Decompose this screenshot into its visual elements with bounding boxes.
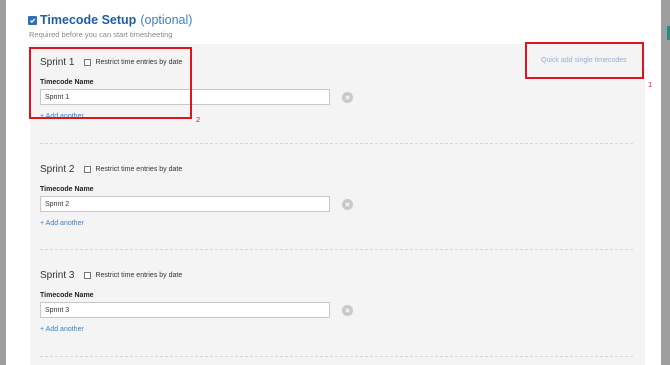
add-another-link[interactable]: + Add another [40, 220, 633, 227]
section-title: Sprint 3 [40, 269, 75, 281]
restrict-label[interactable]: Restrict time entries by date [95, 166, 182, 173]
close-icon [345, 308, 350, 313]
check-icon [29, 18, 36, 23]
left-backdrop [0, 0, 6, 365]
timecode-name-input[interactable] [40, 302, 330, 318]
clear-timecode-button[interactable] [342, 199, 353, 210]
section-divider [40, 249, 633, 250]
right-backdrop [661, 0, 670, 365]
timecode-setup-title: Timecode Setup [40, 13, 137, 27]
annotation-number-1: 1 [648, 80, 653, 89]
annotation-number-2: 2 [196, 115, 201, 124]
close-icon [345, 202, 350, 207]
add-another-link[interactable]: + Add another [40, 326, 633, 333]
optional-label: (optional) [140, 13, 193, 27]
highlight-box-1 [525, 42, 644, 79]
restrict-checkbox[interactable] [84, 165, 92, 173]
timecode-setup-subtitle: Required before you can start timesheeti… [29, 30, 173, 39]
clear-timecode-button[interactable] [342, 92, 353, 103]
section-divider [40, 143, 633, 144]
restrict-checkbox[interactable] [84, 271, 92, 279]
close-icon [345, 95, 350, 100]
clear-timecode-button[interactable] [342, 305, 353, 316]
highlight-box-2 [29, 47, 192, 119]
timecode-name-input[interactable] [40, 196, 330, 212]
timecode-name-label: Timecode Name [40, 292, 94, 299]
section-title: Sprint 2 [40, 163, 75, 175]
timecode-section-sprint-2: Sprint 2 Restrict time entries by date T… [40, 162, 633, 227]
timecode-name-label: Timecode Name [40, 186, 94, 193]
timecode-section-sprint-3: Sprint 3 Restrict time entries by date T… [40, 268, 633, 333]
section-divider [40, 356, 633, 357]
restrict-label[interactable]: Restrict time entries by date [95, 272, 182, 279]
timecode-setup-checkbox[interactable] [28, 15, 37, 25]
timecode-setup-header: Timecode Setup (optional) Required befor… [28, 13, 192, 39]
